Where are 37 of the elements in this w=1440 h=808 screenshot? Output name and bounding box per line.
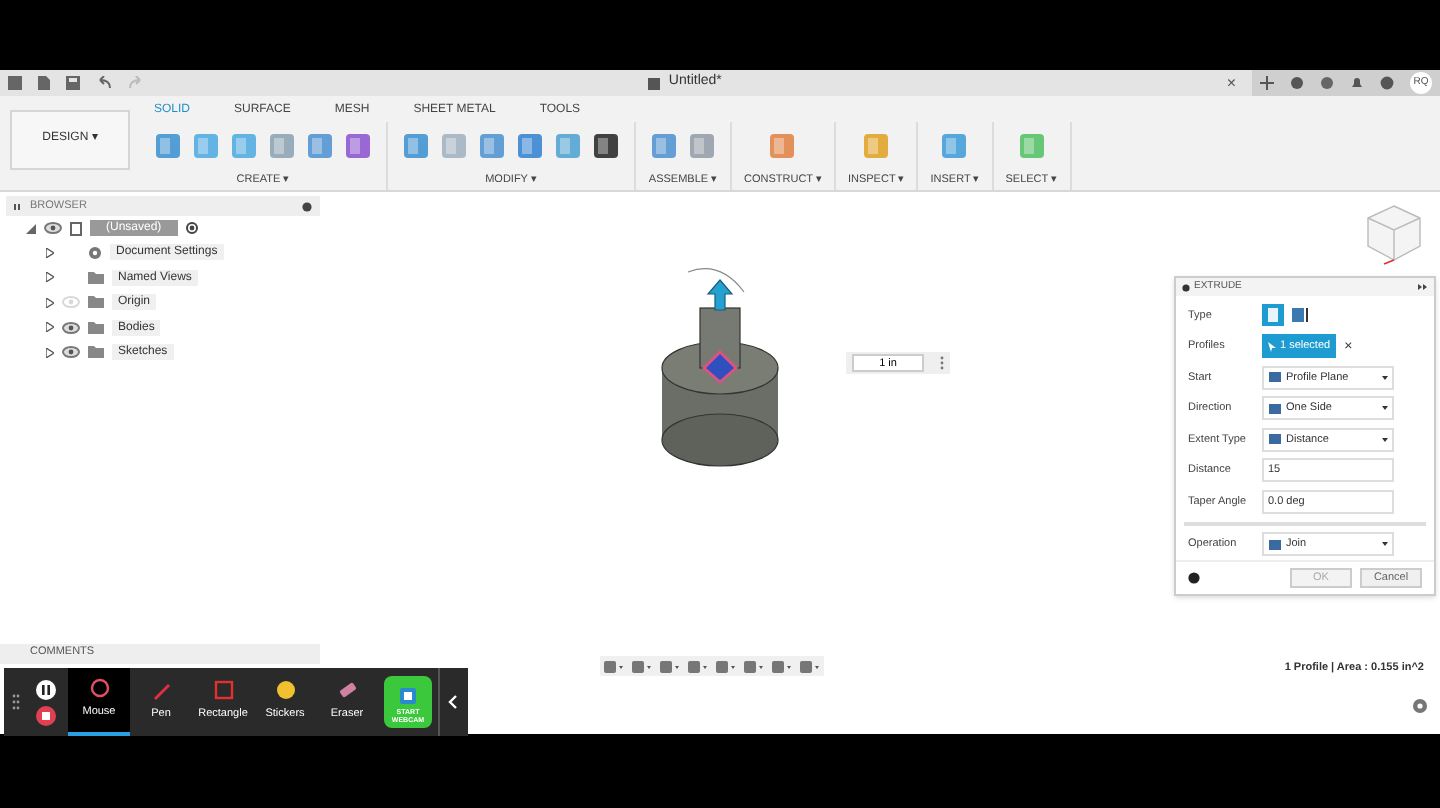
- plus-icon[interactable]: [1260, 76, 1274, 90]
- collapsed-triangle-icon[interactable]: [46, 322, 54, 333]
- cursor-circle-icon: [89, 678, 109, 699]
- expand-icon[interactable]: [1418, 284, 1428, 290]
- eye-icon[interactable]: [62, 346, 80, 359]
- stop-icon[interactable]: [36, 705, 56, 725]
- cursor-icon: [1268, 341, 1276, 352]
- collapsed-triangle-icon[interactable]: [46, 272, 54, 283]
- caret-icon: [1382, 375, 1388, 380]
- pause-icon[interactable]: [36, 679, 56, 699]
- gear-icon: [88, 245, 102, 260]
- eye-icon[interactable]: [62, 321, 80, 334]
- rectangle-icon: [213, 680, 233, 701]
- thin-type-icon[interactable]: [1288, 304, 1310, 327]
- collapsed-triangle-icon[interactable]: [46, 347, 54, 358]
- collapse-icon[interactable]: [14, 203, 22, 209]
- model-drawing[interactable]: [660, 268, 780, 472]
- collapsed-triangle-icon[interactable]: [46, 297, 54, 308]
- caret-icon: [1382, 542, 1388, 547]
- caret-icon: [1382, 406, 1388, 411]
- expanded-triangle-icon[interactable]: [26, 223, 36, 233]
- undo-icon[interactable]: [96, 76, 112, 90]
- smiley-icon: [275, 680, 295, 701]
- eye-icon[interactable]: [44, 222, 62, 234]
- settings-icon[interactable]: [1412, 698, 1428, 714]
- save-icon[interactable]: [66, 76, 80, 90]
- camera-icon: [400, 688, 416, 704]
- document-icon: [648, 77, 661, 89]
- bell-icon[interactable]: [1350, 76, 1364, 90]
- radio-icon[interactable]: [185, 222, 198, 234]
- file-icon[interactable]: [38, 76, 50, 90]
- collapse-chevron-icon[interactable]: [448, 694, 458, 710]
- caret-icon: [1382, 437, 1388, 442]
- pen-icon: [151, 680, 171, 701]
- collapsed-triangle-icon[interactable]: [46, 247, 54, 258]
- close-tab-button[interactable]: ×: [1226, 75, 1236, 91]
- drag-handle-icon[interactable]: [12, 693, 20, 711]
